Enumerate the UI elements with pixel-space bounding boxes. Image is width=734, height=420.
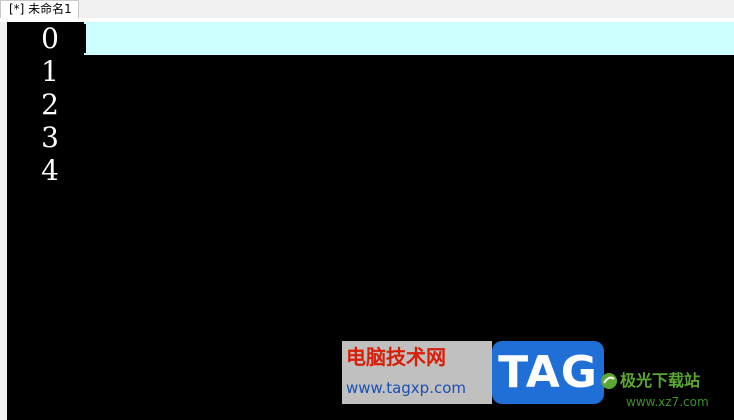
line-number-gutter: 0 1 2 3 4 — [7, 22, 84, 420]
line-number: 4 — [41, 154, 59, 187]
tab-bar: [*] 未命名1 — [0, 0, 734, 19]
text-caret — [84, 24, 86, 53]
watermark-url: www.tagxp.com — [346, 379, 466, 397]
watermark-site-name: 极光下载站 — [620, 371, 701, 390]
line-number: 1 — [41, 55, 59, 88]
line-number: 0 — [41, 22, 59, 55]
current-line-highlight — [84, 22, 734, 55]
watermark-xz7: 极光下载站 www.xz7.com — [600, 370, 724, 414]
watermark-tagxp: 电脑技术网 www.tagxp.com TAG — [342, 341, 604, 404]
line-number: 3 — [41, 121, 59, 154]
watermark-site-url: www.xz7.com — [626, 395, 709, 409]
watermark-title: 电脑技术网 — [346, 345, 446, 369]
line-number: 2 — [41, 88, 59, 121]
watermark-text-panel: 电脑技术网 www.tagxp.com — [342, 341, 492, 404]
tab-untitled-1[interactable]: [*] 未命名1 — [0, 0, 79, 18]
watermark-tag-badge: TAG — [492, 341, 604, 404]
aurora-logo-icon — [601, 373, 617, 389]
tab-label: [*] 未命名1 — [9, 2, 72, 16]
